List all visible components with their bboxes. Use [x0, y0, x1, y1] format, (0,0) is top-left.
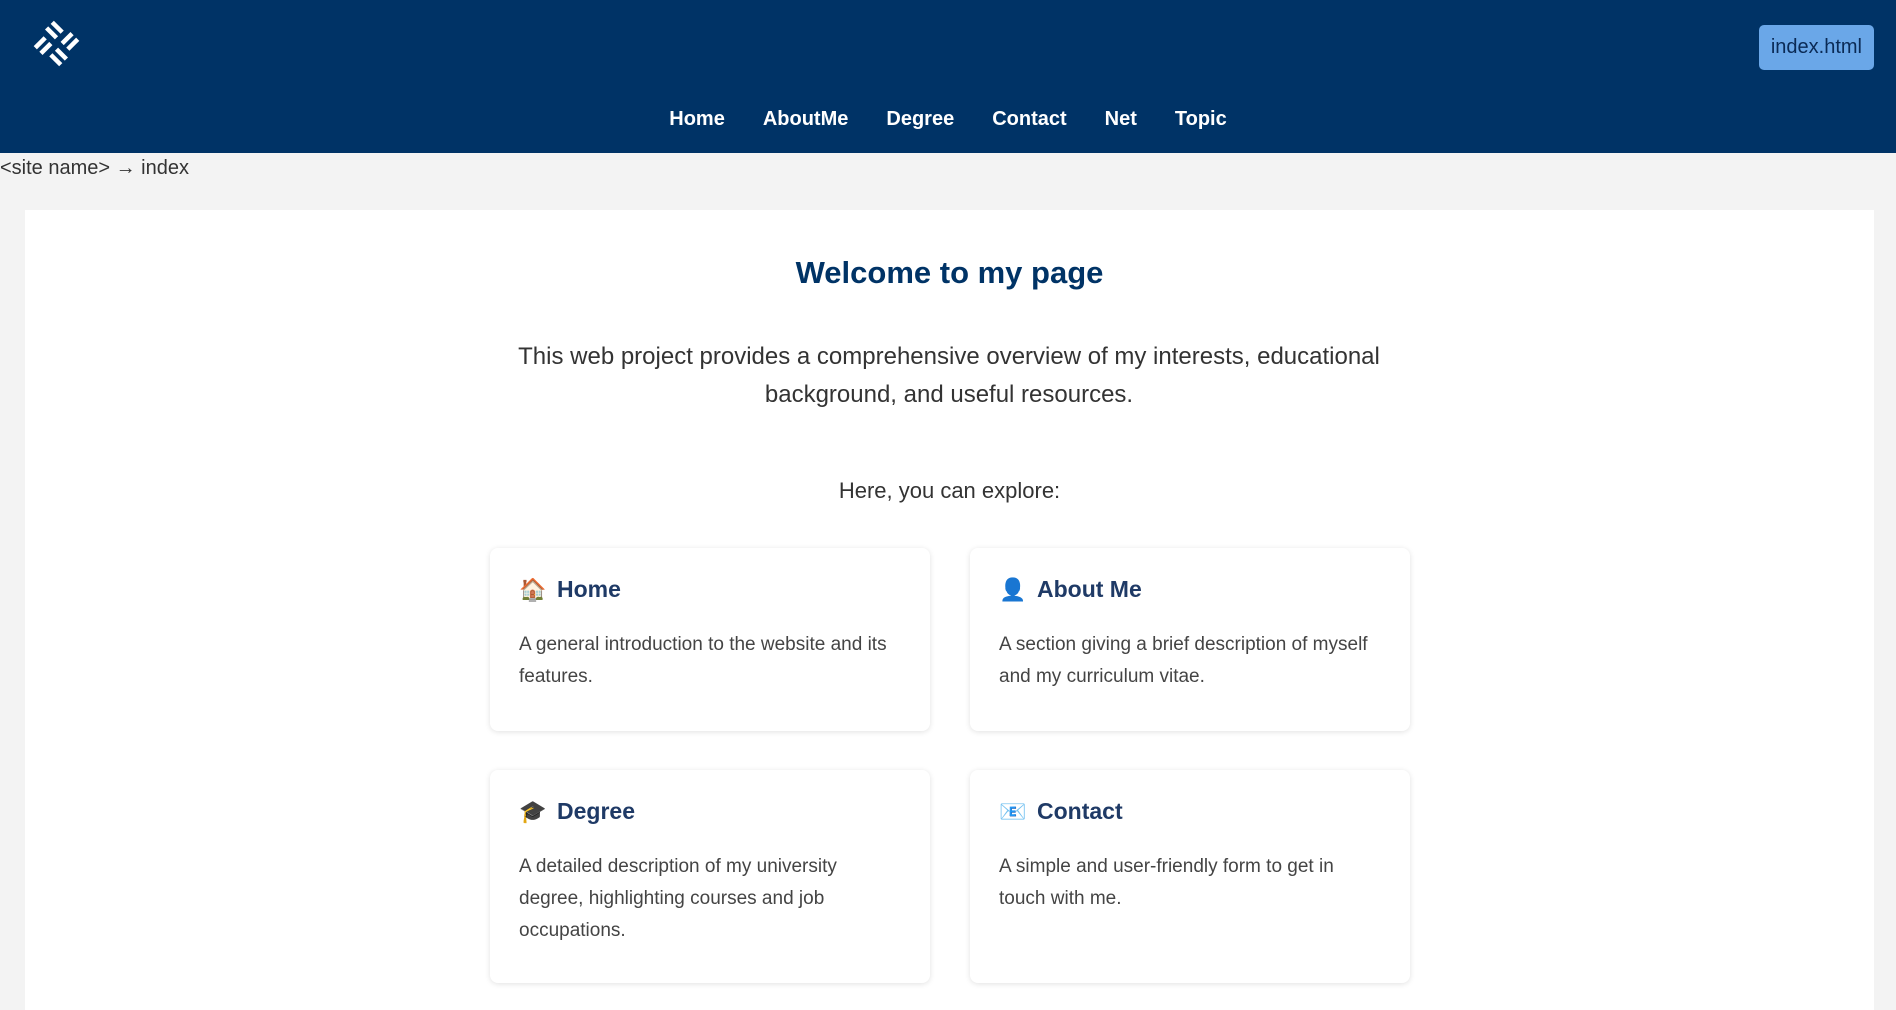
envelope-icon: 📧 [999, 798, 1027, 824]
card-contact[interactable]: 📧 Contact A simple and user-friendly for… [970, 770, 1410, 983]
card-title: About Me [1037, 576, 1142, 602]
main-nav: Home AboutMe Degree Contact Net Topic [0, 108, 1896, 131]
nav-contact-link[interactable]: Contact [992, 108, 1066, 131]
house-icon: 🏠 [519, 576, 547, 602]
logo-icon[interactable] [25, 12, 88, 75]
site-header: index.html Home AboutMe Degree Contact N… [0, 0, 1896, 153]
card-title: Degree [557, 798, 635, 824]
user-icon: 👤 [999, 576, 1027, 602]
intro-text: This web project provides a comprehensiv… [518, 343, 1380, 408]
card-title: Home [557, 576, 621, 602]
breadcrumb: <site name> → index [0, 157, 189, 179]
card-description: A section giving a brief description of … [999, 634, 1368, 687]
card-description: A simple and user-friendly form to get i… [999, 856, 1334, 909]
card-description: A detailed description of my university … [519, 856, 837, 941]
page-title: Welcome to my page [795, 255, 1104, 290]
nav-aboutme-link[interactable]: AboutMe [763, 108, 849, 131]
nav-net-link[interactable]: Net [1105, 108, 1137, 131]
main-content: Welcome to my page This web project prov… [25, 210, 1874, 1010]
graduation-cap-icon: 🎓 [519, 798, 547, 824]
nav-home-link[interactable]: Home [669, 108, 725, 131]
file-name-button[interactable]: index.html [1758, 25, 1874, 70]
card-title: Contact [1037, 798, 1123, 824]
card-home[interactable]: 🏠 Home A general introduction to the web… [490, 548, 930, 731]
card-about-me[interactable]: 👤 About Me A section giving a brief desc… [970, 548, 1410, 731]
nav-degree-link[interactable]: Degree [886, 108, 954, 131]
explore-text: Here, you can explore: [838, 478, 1061, 503]
nav-topic-link[interactable]: Topic [1175, 108, 1227, 131]
card-degree[interactable]: 🎓 Degree A detailed description of my un… [490, 770, 930, 983]
card-description: A general introduction to the website an… [519, 634, 887, 687]
